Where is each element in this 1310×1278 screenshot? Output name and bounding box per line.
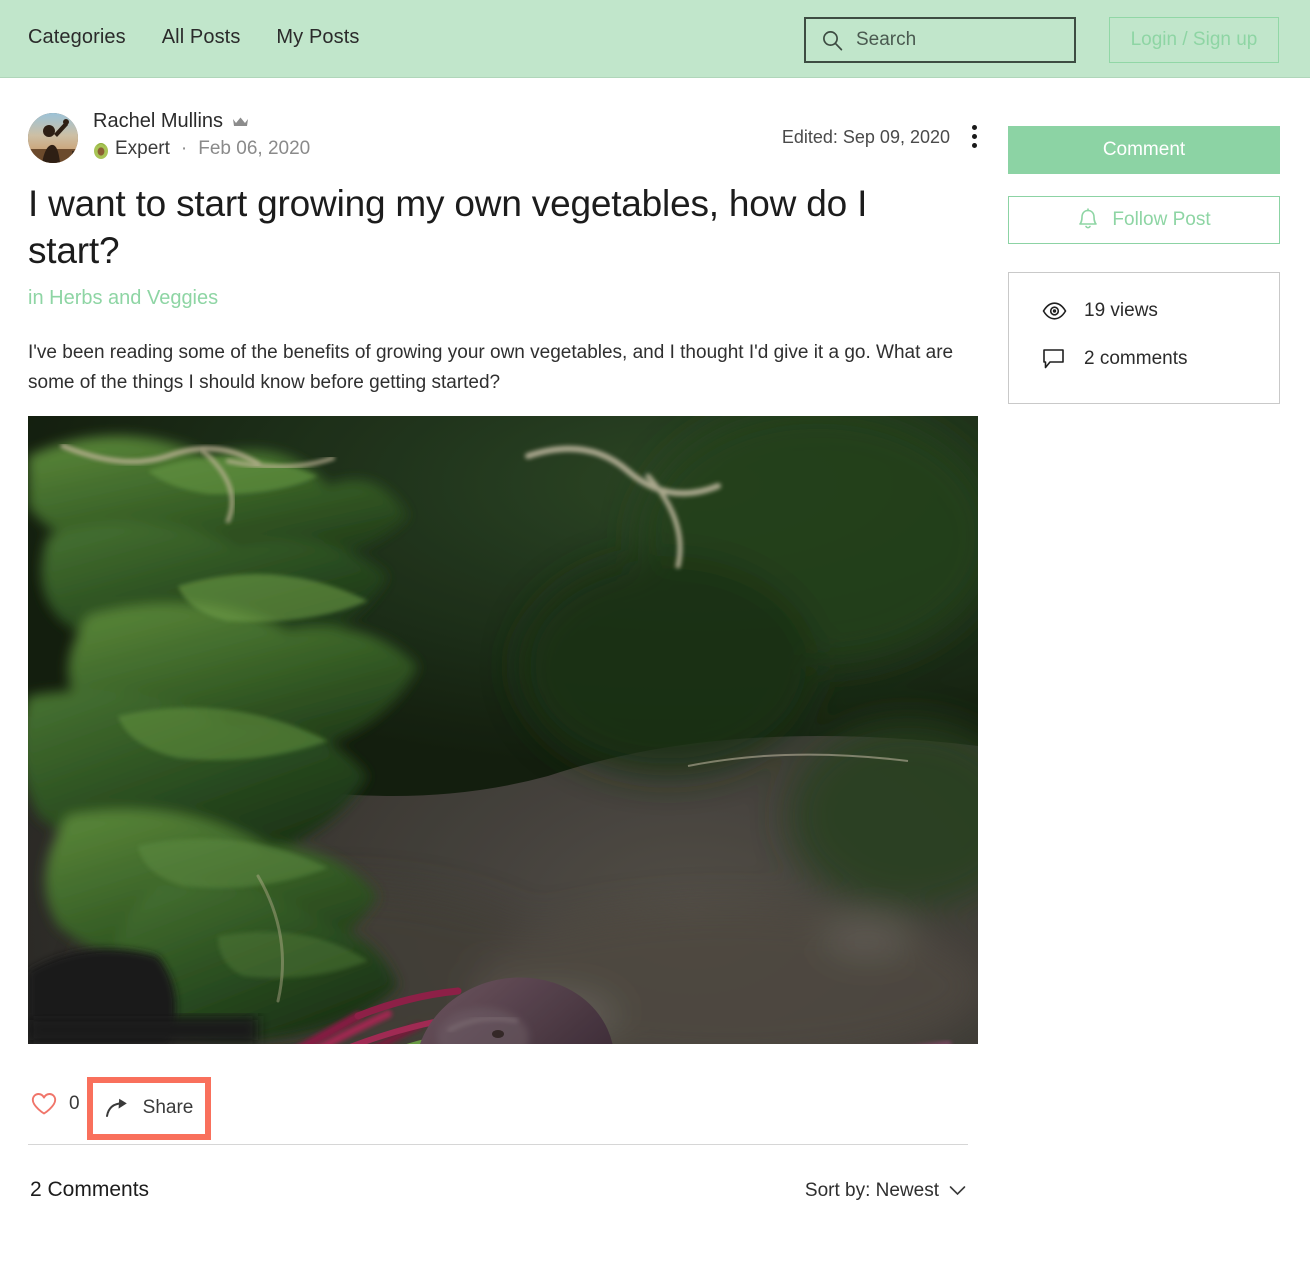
follow-post-label: Follow Post [1112,209,1211,230]
post-category-link[interactable]: in Herbs and Veggies [28,287,978,310]
share-icon [105,1097,131,1119]
search-input[interactable]: Search [804,17,1076,63]
author-name-line: Rachel Mullins [93,110,249,133]
sort-label: Sort by: Newest [804,1179,939,1201]
eye-icon [1042,302,1067,320]
comments-header-bar: 2 Comments Sort by: Newest [28,1174,978,1214]
post-date: Feb 06, 2020 [198,138,311,159]
sort-dropdown[interactable]: Sort by: Newest [805,1180,966,1202]
share-label: Share [142,1097,194,1119]
kebab-menu-icon[interactable] [972,124,978,150]
crown-icon [232,116,249,128]
post-edited-text: Edited: Sep 09, 2020 [781,126,950,147]
login-signup-label: Login / Sign up [1130,29,1258,50]
post-main-column: Rachel Mullins Expert · Feb 06, 2020 Edi… [28,110,978,1214]
nav-my-posts[interactable]: My Posts [276,26,359,49]
comment-bubble-icon [1042,348,1067,370]
post-body-text: I've been reading some of the benefits o… [28,341,954,393]
search-icon [822,30,843,51]
comments-count-heading: 2 Comments [30,1177,150,1201]
page-root: Categories All Posts My Posts Search Log… [0,0,1310,1278]
main-navigation: Categories All Posts My Posts [28,26,359,49]
post-hero-image [28,415,978,1044]
share-button[interactable]: Share [93,1083,205,1134]
comment-button[interactable]: Comment [1008,126,1280,174]
search-placeholder: Search [856,29,917,50]
actions-divider [28,1143,968,1145]
chevron-down-icon [949,1185,966,1196]
site-header: Categories All Posts My Posts Search Log… [0,0,1310,78]
meta-separator: · [180,138,188,159]
page-title: I want to start growing my own vegetable… [28,183,868,272]
author-role: Expert [115,138,170,159]
author-meta-line: Expert · Feb 06, 2020 [93,138,310,160]
avocado-icon [93,140,109,159]
avatar[interactable] [28,113,78,163]
post-edited-row: Edited: Sep 09, 2020 [782,124,978,150]
comments-stat-label: 2 comments [1084,348,1188,369]
like-button[interactable]: 0 [31,1092,80,1116]
bell-icon [1077,208,1099,232]
comment-button-label: Comment [1102,139,1186,160]
comments-stat: 2 comments [1042,348,1279,370]
post-actions-bar: 0 Share [28,1074,978,1146]
follow-post-button[interactable]: Follow Post [1008,196,1280,244]
post-stats-box: 19 views 2 comments [1008,272,1280,404]
author-name[interactable]: Rachel Mullins [93,110,223,133]
views-label: 19 views [1084,300,1158,321]
nav-all-posts[interactable]: All Posts [162,26,241,49]
post-author-row: Rachel Mullins Expert · Feb 06, 2020 Edi… [28,110,978,166]
views-stat: 19 views [1042,300,1279,322]
share-highlight-box: Share [87,1076,211,1140]
post-sidebar: Comment Follow Post 19 views 2 comments [1008,126,1280,404]
like-count: 0 [69,1092,80,1114]
nav-categories[interactable]: Categories [28,26,126,49]
heart-icon [31,1092,57,1116]
login-signup-button[interactable]: Login / Sign up [1109,17,1279,63]
